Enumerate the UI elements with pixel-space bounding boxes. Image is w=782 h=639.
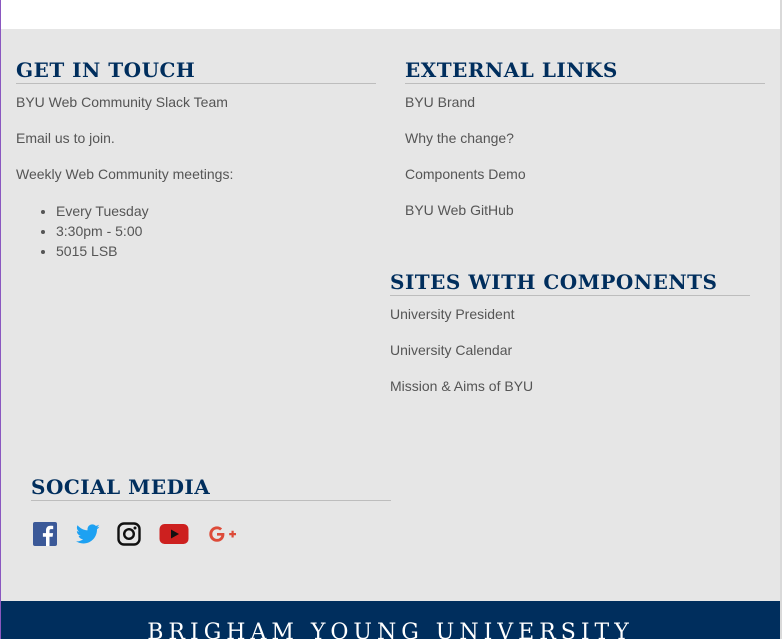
sites-with-components-section: SITES WITH COMPONENTS University Preside… [390,270,750,395]
list-item: Every Tuesday [56,201,376,221]
mission-aims-link[interactable]: Mission & Aims of BYU [390,377,750,395]
footer-links-panel: GET IN TOUCH BYU Web Community Slack Tea… [1,29,780,601]
social-media-heading: SOCIAL MEDIA [31,475,391,501]
twitter-icon[interactable] [75,522,100,546]
social-media-section: SOCIAL MEDIA [31,475,391,546]
instagram-icon[interactable] [117,522,141,546]
social-icons-row [31,522,391,546]
get-in-touch-section: GET IN TOUCH BYU Web Community Slack Tea… [16,58,376,261]
list-item: 3:30pm - 5:00 [56,221,376,241]
university-wordmark[interactable]: BRIGHAM YOUNG UNIVERSITY [1,620,780,639]
meeting-details-list: Every Tuesday 3:30pm - 5:00 5015 LSB [16,201,376,261]
byu-web-github-link[interactable]: BYU Web GitHub [405,201,765,219]
email-join-link[interactable]: Email us to join. [16,129,376,147]
university-calendar-link[interactable]: University Calendar [390,341,750,359]
external-links-heading: EXTERNAL LINKS [405,58,765,84]
youtube-icon[interactable] [159,522,189,546]
get-in-touch-heading: GET IN TOUCH [16,58,376,84]
top-white-bar [0,0,782,29]
slack-team-link[interactable]: BYU Web Community Slack Team [16,93,376,111]
facebook-icon[interactable] [33,522,57,546]
meetings-text: Weekly Web Community meetings: [16,166,234,182]
external-links-section: EXTERNAL LINKS BYU Brand Why the change?… [405,58,765,219]
university-president-link[interactable]: University President [390,305,750,323]
why-change-link[interactable]: Why the change? [405,129,765,147]
byu-brand-link[interactable]: BYU Brand [405,93,765,111]
components-demo-link[interactable]: Components Demo [405,165,765,183]
university-footer-bar: BRIGHAM YOUNG UNIVERSITY [1,601,780,639]
list-item: 5015 LSB [56,241,376,261]
sites-with-components-heading: SITES WITH COMPONENTS [390,270,750,296]
google-plus-icon[interactable] [207,522,239,546]
